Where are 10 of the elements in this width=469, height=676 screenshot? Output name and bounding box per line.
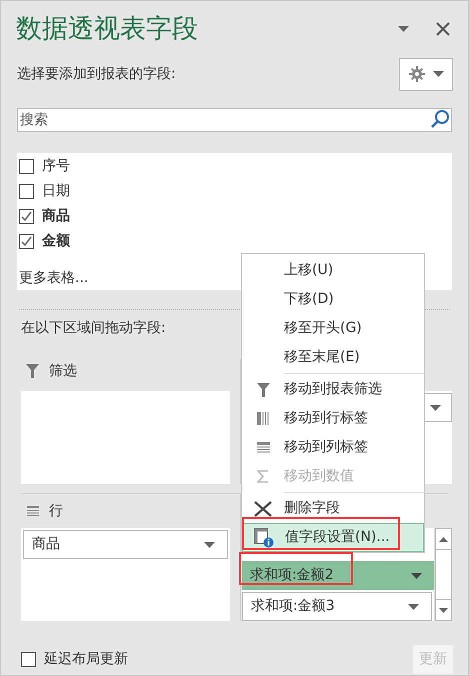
field-name: 商品 [42, 206, 70, 226]
field-name: 序号 [42, 157, 70, 176]
field-name: 日期 [42, 182, 70, 201]
choose-fields-label: 选择要添加到报表的字段: [17, 64, 176, 84]
rows-area-label: 行 [49, 502, 63, 520]
defer-update-label: 延迟布局更新 [44, 650, 128, 668]
panel-title: 数据透视表字段 [16, 16, 198, 42]
field-name: 金额 [42, 232, 70, 251]
drag-fields-label: 在以下区域间拖动字段: [21, 318, 166, 338]
filter-area-label: 筛选 [49, 362, 77, 380]
